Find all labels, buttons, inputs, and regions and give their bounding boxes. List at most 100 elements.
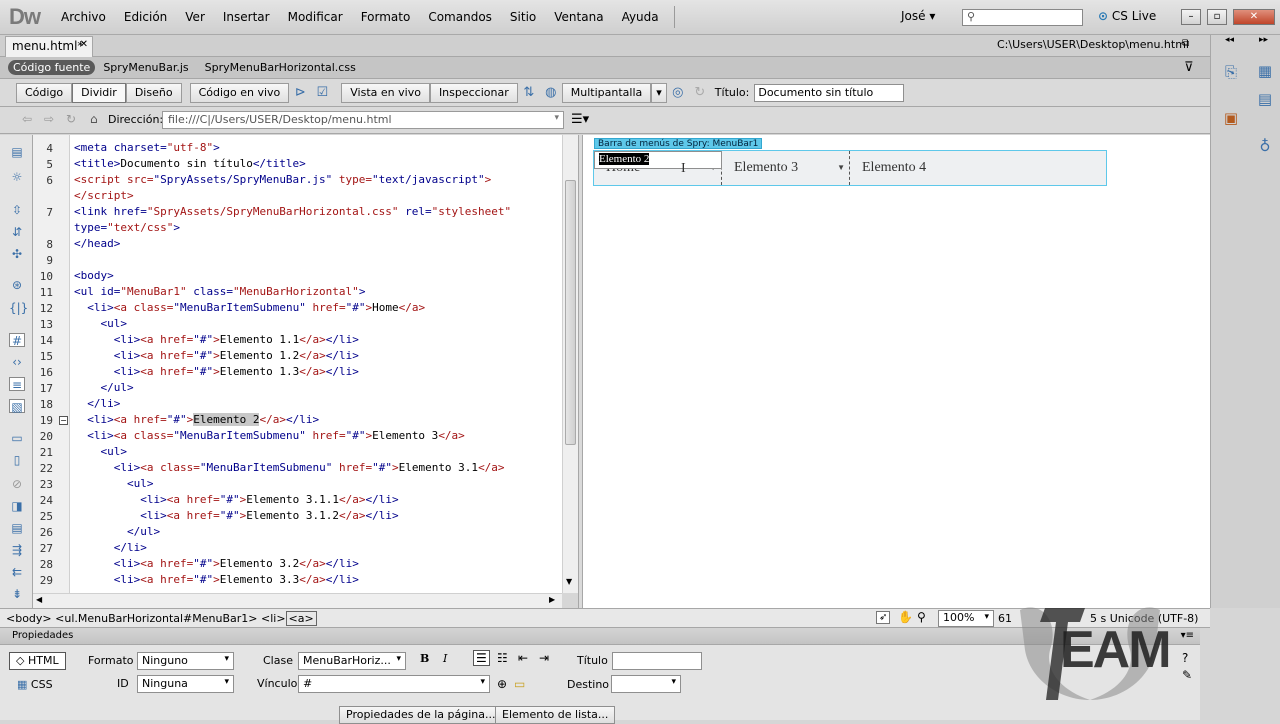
menu-ver[interactable]: Ver <box>176 10 214 24</box>
format-source-icon[interactable]: ⇟ <box>9 587 25 601</box>
menu-archivo[interactable]: Archivo <box>52 10 115 24</box>
balance-braces-icon[interactable]: {|} <box>9 301 28 315</box>
multiscreen-dropdown[interactable]: ▾ <box>651 82 667 103</box>
tab-close-icon[interactable]: ✕ <box>80 39 88 50</box>
menu-edicion[interactable]: Edición <box>115 10 176 24</box>
insert-panel-icon[interactable]: ⎘ <box>1220 61 1242 83</box>
id-select[interactable]: Ninguna ▾ <box>137 675 234 693</box>
back-icon[interactable]: ⇦ <box>22 112 32 126</box>
move-css-icon[interactable]: ▤ <box>9 521 25 535</box>
live-code-button[interactable]: Código en vivo <box>189 82 290 103</box>
help-search-input[interactable]: ⚲ <box>962 9 1083 26</box>
html-mode-button[interactable]: ◇ HTML <box>9 652 66 670</box>
refresh-icon[interactable]: ↻ <box>689 84 711 102</box>
reload-icon[interactable]: ↻ <box>66 112 76 126</box>
code-horizontal-scrollbar[interactable]: ◀ ▶ <box>33 593 562 608</box>
home-icon[interactable]: ⌂ <box>90 112 98 126</box>
files-panel-icon[interactable]: ♁ <box>1254 135 1276 157</box>
expand-all-icon[interactable]: ✣ <box>9 247 25 261</box>
target-select[interactable]: ▾ <box>611 675 681 693</box>
multiscreen-button[interactable]: Multipantalla <box>561 82 652 103</box>
restore-icon[interactable]: ⧉ <box>1182 38 1189 49</box>
filter-icon[interactable]: ⊽ <box>1184 60 1194 75</box>
title-field-input[interactable] <box>612 652 702 670</box>
related-source-code[interactable]: Código fuente <box>8 60 96 75</box>
list-item-button[interactable]: Elemento de lista... <box>495 706 616 724</box>
live-code-options-icon[interactable]: ⊳ <box>289 84 311 102</box>
forward-icon[interactable]: ⇨ <box>44 112 54 126</box>
syntax-coloring-icon[interactable]: ▧ <box>9 399 25 414</box>
outdent-code-icon[interactable]: ⇇ <box>9 565 25 579</box>
inspect-button[interactable]: Inspeccionar <box>429 82 518 103</box>
scroll-left-icon[interactable]: ◀ <box>36 595 42 604</box>
visual-aids-icon[interactable]: ◎ <box>667 84 689 102</box>
zoom-select[interactable]: 100% ▾ <box>938 610 994 627</box>
select-parent-tag-icon[interactable]: ⊛ <box>9 278 25 292</box>
menu-insertar[interactable]: Insertar <box>214 10 279 24</box>
link-input[interactable]: # ▾ <box>298 675 490 693</box>
show-code-navigator-icon[interactable]: ☼ <box>9 170 25 184</box>
related-sprymenubar-js[interactable]: SpryMenuBar.js <box>95 61 196 74</box>
edit-icon[interactable]: ✎ <box>1182 668 1192 682</box>
split-view-button[interactable]: Dividir <box>72 82 126 103</box>
menubar-item-elemento-4[interactable]: Elemento 4 <box>850 151 978 185</box>
assets-panel-icon[interactable]: ▣ <box>1220 107 1242 129</box>
help-icon[interactable]: ? <box>1182 651 1188 665</box>
point-to-file-icon[interactable]: ⊕ <box>497 677 507 691</box>
panel-menu-icon[interactable]: ▾≡ <box>1181 630 1194 641</box>
css-styles-panel-icon[interactable]: ▦ <box>1254 60 1276 82</box>
scrollbar-thumb[interactable] <box>565 180 576 445</box>
menubar-item-elemento-2[interactable]: Elemento 2 Ι <box>594 151 722 176</box>
browse-folder-icon[interactable]: ▭ <box>514 677 525 691</box>
minimize-button[interactable]: – <box>1181 9 1201 25</box>
code-view-button[interactable]: Código <box>16 82 73 103</box>
indent-code-icon[interactable]: ⇶ <box>9 543 25 557</box>
spry-menubar[interactable]: Home▼ Elemento 2Ι Elemento 3▼ Elemento 4 <box>593 150 1107 186</box>
tag-breadcrumb[interactable]: <body> <ul.MenuBarHorizontal#MenuBar1> <… <box>6 611 317 626</box>
close-button[interactable]: ✕ <box>1233 9 1275 25</box>
open-documents-icon[interactable]: ▤ <box>9 145 25 159</box>
wrap-tag-icon[interactable]: ⊘ <box>9 477 25 491</box>
live-view-button[interactable]: Vista en vivo <box>341 82 430 103</box>
bold-icon[interactable]: B <box>420 652 429 665</box>
title-input[interactable]: Documento sin título <box>754 83 905 102</box>
menu-comandos[interactable]: Comandos <box>419 10 501 24</box>
indent-icon[interactable]: ⇥ <box>539 651 549 665</box>
outdent-icon[interactable]: ⇤ <box>518 651 528 665</box>
fold-toggle-icon[interactable]: − <box>59 416 68 425</box>
apply-comment-icon[interactable]: ▭ <box>9 431 25 445</box>
line-numbers-icon[interactable]: # <box>9 333 25 348</box>
spry-widget-label[interactable]: Barra de menús de Spry: MenuBar1 <box>594 138 763 149</box>
user-menu[interactable]: José ▾ <box>901 9 935 23</box>
file-transfer-icon[interactable]: ⇅ <box>518 84 540 102</box>
dock-collapse-icon-2[interactable]: ▸▸ <box>1259 35 1268 45</box>
document-tab[interactable]: menu.html* ✕ <box>5 36 93 57</box>
address-dropdown-icon[interactable]: ▾ <box>554 113 559 123</box>
ordered-list-icon[interactable]: ☷ <box>497 651 508 665</box>
design-view[interactable]: Barra de menús de Spry: MenuBar1 Home▼ E… <box>583 135 1210 608</box>
menu-formato[interactable]: Formato <box>352 10 420 24</box>
cs-live-button[interactable]: ⊙ CS Live <box>1098 9 1156 23</box>
scroll-right-icon[interactable]: ▶ <box>549 595 555 604</box>
word-wrap-icon[interactable]: ≡ <box>9 377 25 392</box>
css-mode-button[interactable]: ▦ CSS <box>17 678 53 691</box>
class-select[interactable]: MenuBarHoriz... ▾ <box>298 652 406 670</box>
unordered-list-icon[interactable]: ☰ <box>473 650 490 666</box>
format-select[interactable]: Ninguno ▾ <box>137 652 234 670</box>
menu-ayuda[interactable]: Ayuda <box>613 10 668 24</box>
hand-tool-icon[interactable]: ✋ <box>898 610 913 624</box>
recent-snippets-icon[interactable]: ◨ <box>9 499 25 513</box>
highlight-invalid-code-icon[interactable]: ‹› <box>9 355 25 369</box>
italic-icon[interactable]: I <box>443 652 447 665</box>
collapse-full-tag-icon[interactable]: ⇳ <box>9 203 25 217</box>
validate-icon[interactable]: ☑ <box>311 84 333 102</box>
scroll-down-icon[interactable]: ▼ <box>566 577 572 586</box>
design-view-button[interactable]: Diseño <box>125 82 182 103</box>
preview-browser-icon[interactable]: ◍ <box>540 84 562 102</box>
menu-sitio[interactable]: Sitio <box>501 10 545 24</box>
select-tool-icon[interactable]: ➶ <box>876 611 891 624</box>
menu-ventana[interactable]: Ventana <box>545 10 612 24</box>
zoom-tool-icon[interactable]: ⚲ <box>917 610 926 624</box>
remove-comment-icon[interactable]: ▯ <box>9 453 25 467</box>
related-sprymenubar-css[interactable]: SpryMenuBarHorizontal.css <box>197 61 364 74</box>
